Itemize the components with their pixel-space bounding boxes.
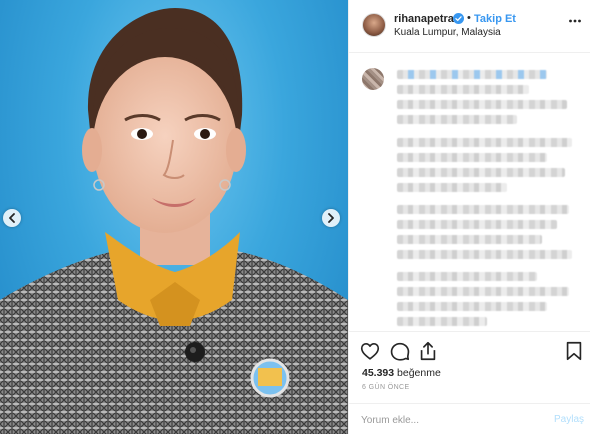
post-actions: 45.393 beğenme 6 GÜN ÖNCE Paylaş [349, 331, 590, 435]
like-count-value: 45.393 [362, 367, 395, 379]
caption-author-avatar[interactable] [362, 68, 384, 90]
post-photo[interactable] [0, 0, 348, 434]
like-count-suffix: beğenme [394, 367, 441, 379]
follow-button[interactable]: Takip Et [474, 13, 516, 25]
blurred-text-line [397, 138, 572, 147]
instagram-post: rihanapetra • Takip Et Kuala Lumpur, Mal… [0, 0, 590, 434]
blurred-text-line [397, 220, 557, 229]
blurred-text-line [397, 287, 569, 296]
bookmark-icon[interactable] [563, 340, 585, 362]
blurred-text-line [397, 235, 542, 244]
caption-blurred [349, 53, 590, 331]
blurred-text-line [397, 100, 567, 109]
blurred-text-line [397, 317, 487, 326]
ellipsis-icon[interactable] [568, 14, 582, 28]
blurred-text-line [397, 168, 565, 177]
heart-icon[interactable] [359, 340, 381, 362]
post-timestamp[interactable]: 6 GÜN ÖNCE [362, 384, 410, 391]
blurred-text-line [397, 272, 537, 281]
next-photo-button[interactable] [322, 209, 340, 227]
like-count[interactable]: 45.393 beğenme [362, 367, 441, 379]
blurred-text-line [397, 153, 547, 162]
blurred-text-line [397, 183, 507, 192]
blurred-text-line [397, 115, 517, 124]
comment-bubble-icon[interactable] [389, 340, 411, 362]
post-side-panel: rihanapetra • Takip Et Kuala Lumpur, Mal… [348, 0, 590, 434]
comment-form: Paylaş [349, 403, 590, 436]
previous-photo-button[interactable] [3, 209, 21, 227]
chevron-right-icon [328, 213, 334, 223]
comment-input[interactable] [361, 411, 541, 429]
blurred-text-line [397, 70, 547, 79]
blurred-text-line [397, 302, 547, 311]
post-comment-button[interactable]: Paylaş [554, 414, 584, 425]
separator-dot: • [467, 12, 471, 24]
blurred-text-line [397, 85, 529, 94]
username-link[interactable]: rihanapetra [394, 13, 454, 25]
blurred-text-line [397, 250, 572, 259]
profile-avatar[interactable] [362, 13, 386, 37]
post-header: rihanapetra • Takip Et Kuala Lumpur, Mal… [349, 0, 590, 53]
blurred-text-line [397, 205, 569, 214]
portrait-illustration [0, 8, 348, 434]
location-link[interactable]: Kuala Lumpur, Malaysia [394, 27, 501, 38]
share-upload-icon[interactable] [417, 340, 439, 362]
verified-badge-icon [453, 13, 464, 24]
chevron-left-icon [9, 213, 15, 223]
